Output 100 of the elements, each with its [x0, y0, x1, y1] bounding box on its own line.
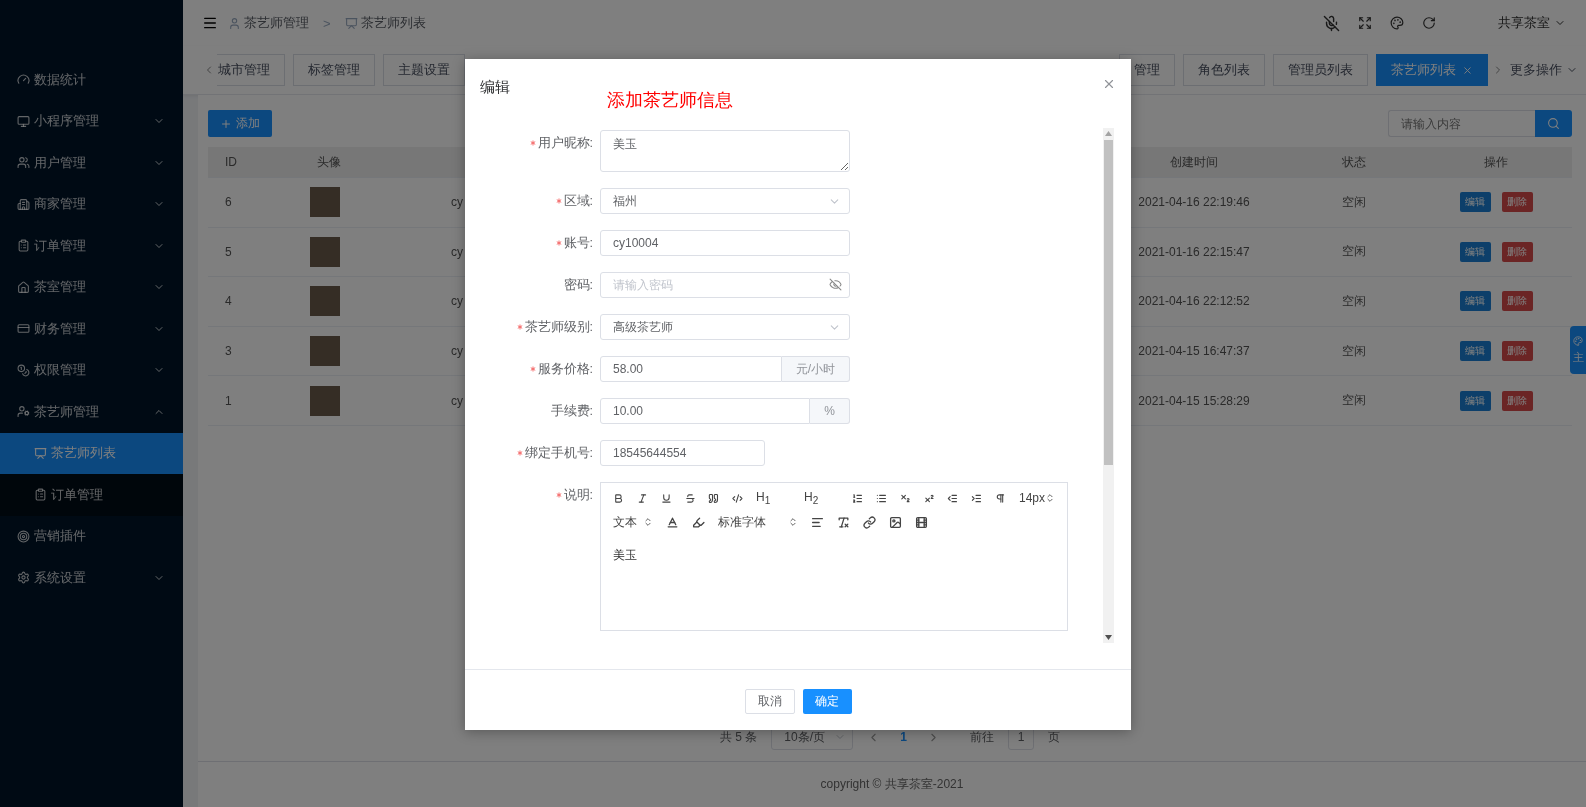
sidebar-item[interactable]: 茶艺师管理	[0, 391, 183, 433]
edit-button[interactable]: 编辑	[1459, 291, 1491, 312]
sidebar-item[interactable]: 茶室管理	[0, 266, 183, 308]
table-cell: cy	[451, 393, 463, 408]
eye-off-icon[interactable]	[829, 278, 842, 291]
field-label: 茶艺师级别:	[524, 318, 593, 336]
heading-button[interactable]: H$_{2}$	[804, 489, 840, 507]
mic-off-icon[interactable]	[1323, 14, 1340, 32]
sidebar-item[interactable]: 订单管理	[0, 225, 183, 267]
breadcrumb-separator: >	[323, 15, 331, 31]
sidebar-item[interactable]: 订单管理	[0, 474, 183, 516]
password-field[interactable]: 请输入密码	[600, 272, 850, 298]
table-cell-text: 3	[224, 344, 233, 359]
sidebar-item[interactable]: 财务管理	[0, 308, 183, 350]
fullscreen-icon[interactable]	[1358, 16, 1372, 30]
ordered-list-icon[interactable]	[852, 491, 863, 505]
paragraph-icon[interactable]	[995, 491, 1006, 505]
add-button[interactable]: 添加	[208, 110, 272, 137]
edit-button[interactable]: 编辑	[1459, 390, 1491, 411]
confirm-button[interactable]: 确定	[802, 689, 852, 714]
column-header: ID	[224, 155, 238, 169]
video-icon[interactable]	[915, 515, 928, 529]
table-cell: cy	[451, 244, 463, 259]
delete-button[interactable]: 删除	[1501, 241, 1533, 262]
table-cell-text: 空闲	[1341, 293, 1367, 310]
delete-button[interactable]: 删除	[1501, 291, 1533, 312]
menu-icon[interactable]	[202, 15, 218, 31]
tab[interactable]: 标签管理	[293, 54, 375, 86]
users-icon	[17, 156, 30, 170]
sidebar-item[interactable]: 用户管理	[0, 142, 183, 184]
palette-icon[interactable]	[1390, 16, 1404, 30]
unit-addon: %	[810, 398, 850, 424]
scroll-down-icon[interactable]	[1105, 635, 1112, 640]
align-icon[interactable]	[811, 515, 824, 529]
clear-format-icon[interactable]	[837, 515, 850, 529]
image-icon[interactable]	[889, 515, 902, 529]
user-menu[interactable]: 共享茶室	[1498, 14, 1566, 32]
font-size-picker[interactable]: 14px	[1019, 491, 1056, 505]
up-down-icon	[1045, 493, 1056, 503]
page-number[interactable]: 1	[894, 730, 913, 744]
input-field[interactable]: 10.00	[600, 398, 811, 424]
text-color-icon[interactable]	[666, 515, 679, 529]
italic-icon[interactable]	[636, 491, 648, 505]
sidebar-item[interactable]: 数据统计	[0, 59, 183, 101]
sidebar-item[interactable]: 系统设置	[0, 557, 183, 599]
tab[interactable]: 城市管理	[217, 54, 285, 86]
field-label: 账号:	[563, 234, 593, 252]
tab[interactable]: 主题设置	[383, 54, 465, 86]
sidebar-item[interactable]: 小程序管理	[0, 100, 183, 142]
bold-icon[interactable]	[613, 491, 624, 505]
annotation-text: 添加茶艺师信息	[607, 89, 733, 112]
strikethrough-icon[interactable]	[684, 491, 696, 505]
field-label: 绑定手机号:	[524, 444, 593, 462]
delete-button[interactable]: 删除	[1501, 341, 1533, 362]
delete-button[interactable]: 删除	[1501, 390, 1533, 411]
search-field[interactable]: 请输入内容	[1388, 110, 1535, 137]
clipboard-icon	[34, 488, 47, 502]
delete-button[interactable]: 删除	[1501, 192, 1533, 213]
edit-button[interactable]: 编辑	[1459, 341, 1491, 362]
refresh-icon[interactable]	[1422, 16, 1436, 30]
input-field[interactable]: 18545644554	[600, 440, 765, 466]
breadcrumb-item[interactable]: 茶艺师列表	[360, 14, 426, 32]
block-type-picker[interactable]: 文本	[613, 513, 653, 531]
dialog-title: 编辑	[480, 77, 510, 97]
house-icon	[17, 280, 30, 294]
link-icon[interactable]	[863, 515, 876, 529]
select-field[interactable]: 高级茶艺师	[600, 314, 850, 340]
input-field[interactable]: cy10004	[600, 230, 850, 256]
cancel-button[interactable]: 取消	[744, 689, 795, 714]
breadcrumb-item[interactable]: 茶艺师管理	[244, 14, 309, 32]
table-cell-text: 2021-04-15 16:47:37	[1137, 344, 1251, 359]
highlight-icon[interactable]	[692, 515, 705, 529]
quote-icon[interactable]	[708, 491, 720, 505]
theme-tab[interactable]: 主	[1570, 326, 1586, 374]
more-actions-button[interactable]: 更多操作	[1510, 61, 1578, 79]
tab[interactable]: 茶艺师列表	[1376, 54, 1488, 86]
sidebar-item[interactable]: 商家管理	[0, 183, 183, 225]
up-down-icon	[643, 517, 653, 527]
sidebar-item[interactable]: 权限管理	[0, 349, 183, 391]
input-field[interactable]: 58.00	[600, 356, 782, 382]
editor-content: 美玉	[613, 547, 638, 564]
underline-icon[interactable]	[660, 491, 672, 505]
photo-placeholder	[310, 236, 340, 267]
code-icon[interactable]	[732, 491, 744, 505]
edit-button[interactable]: 编辑	[1459, 192, 1491, 213]
select-field[interactable]: 福州	[600, 188, 850, 214]
sidebar-item[interactable]: 茶艺师列表	[0, 432, 183, 474]
goto-label: 前往	[970, 728, 994, 746]
column-header: 状态	[1341, 153, 1367, 171]
target-icon	[17, 529, 30, 543]
close-icon[interactable]	[1102, 77, 1116, 91]
monitor-icon	[17, 114, 30, 128]
rich-text-editor[interactable]: H$_{1}$ H$_{2}$ 14px 文本 标准字体 美玉	[600, 482, 1068, 631]
tab[interactable]: 管理员列表	[1273, 54, 1368, 86]
scrollbar-thumb[interactable]	[1104, 140, 1113, 465]
heading-button[interactable]: H$_{1}$	[756, 489, 792, 507]
font-family-picker[interactable]: 标准字体	[718, 513, 798, 531]
edit-button[interactable]: 编辑	[1459, 241, 1491, 262]
tab[interactable]: 角色列表	[1183, 54, 1265, 86]
text-area[interactable]: 美玉	[600, 130, 850, 172]
